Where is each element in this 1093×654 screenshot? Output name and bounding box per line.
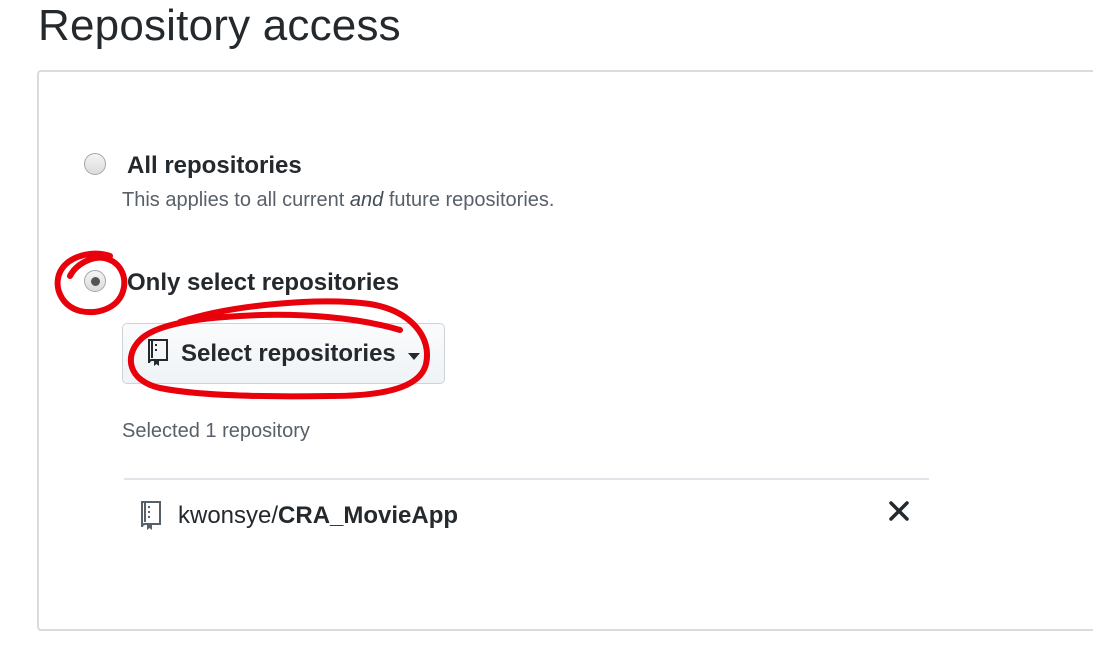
repo-icon: [148, 339, 168, 366]
all-repositories-description: This applies to all current and future r…: [122, 189, 555, 211]
only-select-repositories-label[interactable]: Only select repositories: [127, 269, 399, 297]
select-repositories-button[interactable]: Select repositories: [122, 323, 445, 384]
chevron-down-icon: [408, 353, 420, 360]
all-repositories-radio[interactable]: [84, 153, 106, 175]
select-repositories-label: Select repositories: [181, 340, 396, 367]
repo-full-name: kwonsye/CRA_MovieApp: [178, 502, 458, 530]
page-title: Repository access: [38, 1, 401, 50]
selected-count-text: Selected 1 repository: [122, 420, 310, 442]
repo-icon: [141, 501, 161, 530]
repo-owner: kwonsye/: [178, 502, 279, 529]
all-repositories-label[interactable]: All repositories: [127, 152, 302, 180]
close-icon[interactable]: [884, 496, 914, 526]
divider: [124, 478, 929, 480]
repo-name: CRA_MovieApp: [278, 502, 459, 529]
only-select-repositories-radio[interactable]: [84, 270, 106, 292]
radio-selected-dot: [91, 277, 100, 286]
